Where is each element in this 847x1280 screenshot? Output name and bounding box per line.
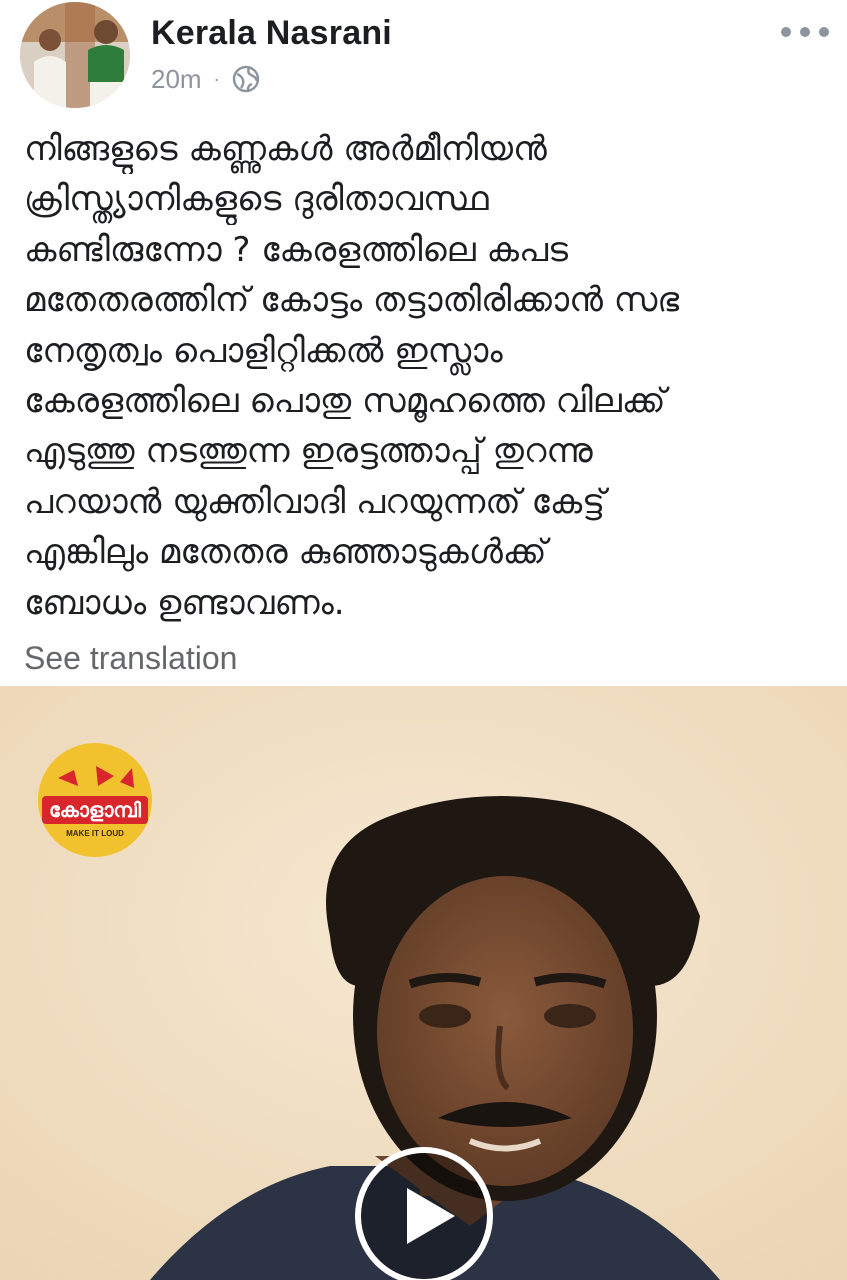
author-avatar[interactable] <box>20 2 130 108</box>
logo-tagline: MAKE IT LOUD <box>66 829 124 838</box>
more-horizontal-icon <box>781 27 791 37</box>
post-header: Kerala Nasrani 20m · <box>0 0 847 110</box>
post-text-line: നിങ്ങളുടെ കണ്ണുകൾ അർമീനിയൻ <box>24 129 547 169</box>
facebook-post: Kerala Nasrani 20m · നിങ്ങളുടെ കണ്ണുകൾ അ… <box>0 0 847 1280</box>
channel-logo: കോളാമ്പി MAKE IT LOUD <box>38 743 152 857</box>
post-text-line: കേരളത്തിലെ പൊതു സമൂഹത്തെ വിലക്ക് <box>24 381 666 422</box>
post-meta: 20m · <box>151 62 260 96</box>
play-button[interactable] <box>352 1144 496 1280</box>
post-text-line: ബോധം ഉണ്ടാവണം. <box>24 582 345 623</box>
post-text-line: പറയാൻ യുക്തിവാദി പറയുന്നത് കേട്ട് <box>24 481 606 522</box>
post-text-line: നേതൃത്വം പൊളിറ്റിക്കൽ ഇസ്ലാം <box>24 330 503 371</box>
post-text-line: കണ്ടിരുന്നോ ? കേരളത്തിലെ കപട <box>24 229 569 270</box>
globe-icon <box>232 65 260 93</box>
play-icon <box>355 1147 493 1280</box>
avatar-photo <box>20 2 130 108</box>
see-translation-link[interactable]: See translation <box>24 640 237 677</box>
post-text-line: എങ്കിലും മതേതര കുഞ്ഞാടുകൾക്ക് <box>24 532 547 573</box>
post-text-line: ക്രിസ്ത്യാനികളുടെ ദുരിതാവസ്ഥ <box>24 179 489 220</box>
meta-separator: · <box>213 68 220 89</box>
post-body-text: നിങ്ങളുടെ കണ്ണുകൾ അർമീനിയൻ ക്രിസ്ത്യാനിക… <box>24 124 824 628</box>
post-text-line: മതേതരത്തിന് കോട്ടം തട്ടാതിരിക്കാൻ സഭ <box>24 280 680 321</box>
more-options-button[interactable] <box>781 18 829 46</box>
post-text-line: എടുത്തു നടത്തുന്ന ഇരട്ടത്താപ്പ് തുറന്നു <box>24 431 593 472</box>
post-timestamp[interactable]: 20m <box>151 64 202 95</box>
logo-text: കോളാമ്പി <box>49 798 142 822</box>
author-name[interactable]: Kerala Nasrani <box>151 14 392 53</box>
video-thumbnail[interactable]: കോളാമ്പി MAKE IT LOUD <box>0 686 847 1280</box>
